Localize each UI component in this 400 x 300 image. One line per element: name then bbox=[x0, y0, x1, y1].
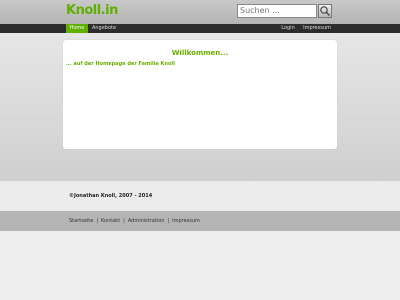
footer-link-startseite[interactable]: Startseite bbox=[69, 218, 93, 224]
search-button[interactable] bbox=[318, 4, 332, 18]
footer-separator: | bbox=[96, 218, 99, 224]
site-logo[interactable]: Knoll.in bbox=[66, 3, 118, 18]
footer-link-administration[interactable]: Administration bbox=[128, 218, 165, 224]
nav-item-login[interactable]: Login bbox=[278, 24, 298, 33]
content-panel: Willkommen... ... auf der Homepage der F… bbox=[63, 40, 337, 149]
footer-separator: | bbox=[167, 218, 170, 224]
nav-item-home[interactable]: Home bbox=[66, 24, 88, 33]
footer-separator: | bbox=[123, 218, 125, 224]
search-form bbox=[237, 4, 333, 18]
main-navbar: Home Angebote Login Impressum bbox=[0, 24, 400, 33]
site-header: Knoll.in bbox=[0, 0, 400, 24]
footer-copyright-area: ©Jonathan Knoll, 2007 - 2014 bbox=[0, 181, 400, 211]
nav-item-angebote[interactable]: Angebote bbox=[90, 24, 118, 33]
footer-link-kontakt[interactable]: Kontakt bbox=[101, 218, 120, 224]
magnifier-icon bbox=[320, 6, 330, 16]
copyright-text: ©Jonathan Knoll, 2007 - 2014 bbox=[69, 193, 153, 199]
nav-item-impressum[interactable]: Impressum bbox=[302, 24, 332, 33]
footer-link-impressum[interactable]: Impressum bbox=[172, 218, 200, 224]
welcome-subtitle: ... auf der Homepage der Familie Knoll bbox=[66, 61, 175, 67]
welcome-title: Willkommen... bbox=[171, 49, 229, 57]
search-input[interactable] bbox=[237, 4, 317, 18]
footer-links-bar: Startseite | Kontakt | Administration | Impres… bbox=[0, 211, 400, 231]
footer-links: Startseite | Kontakt | Administration | Impres… bbox=[69, 218, 200, 224]
page-bottom bbox=[0, 231, 400, 300]
